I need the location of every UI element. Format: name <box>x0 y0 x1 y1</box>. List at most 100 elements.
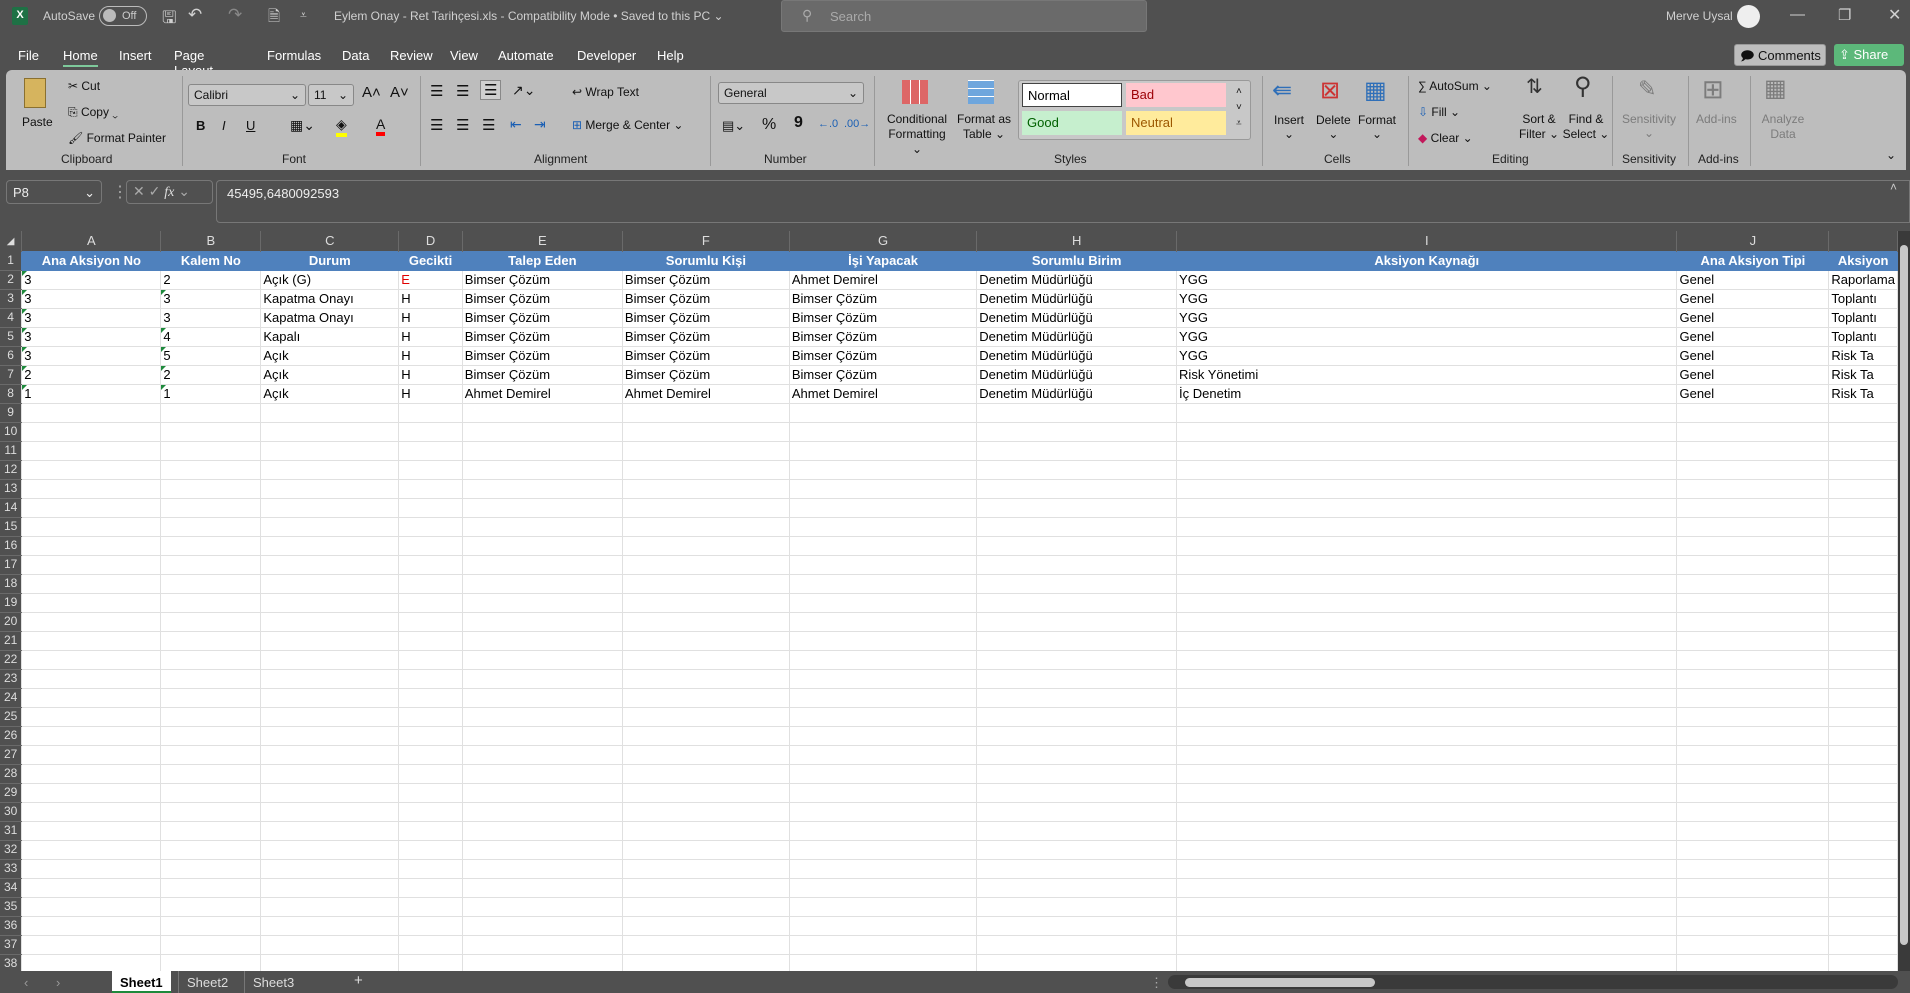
empty-cell[interactable] <box>461 706 623 727</box>
redo-icon[interactable]: ↷ <box>228 5 242 25</box>
cell[interactable]: 1 <box>21 383 162 404</box>
empty-cell[interactable] <box>1828 725 1898 746</box>
tab-review[interactable]: Review <box>390 48 433 63</box>
empty-cell[interactable] <box>160 763 262 784</box>
empty-cell[interactable] <box>1176 858 1678 879</box>
empty-cell[interactable] <box>160 440 262 461</box>
empty-cell[interactable] <box>788 649 978 670</box>
empty-cell[interactable] <box>398 839 463 860</box>
empty-cell[interactable] <box>1176 402 1678 423</box>
empty-cell[interactable] <box>1676 516 1830 537</box>
empty-cell[interactable] <box>1176 953 1678 971</box>
empty-cell[interactable] <box>788 896 978 917</box>
empty-cell[interactable] <box>788 801 978 822</box>
empty-cell[interactable] <box>1176 725 1678 746</box>
empty-cell[interactable] <box>260 497 400 518</box>
row-header[interactable]: 20 <box>0 612 22 632</box>
cell[interactable]: Genel <box>1676 269 1830 290</box>
column-header[interactable] <box>1828 231 1898 251</box>
cell[interactable]: Ahmet Demirel <box>788 269 978 290</box>
empty-cell[interactable] <box>260 858 400 879</box>
cell[interactable]: Toplantı <box>1828 307 1898 328</box>
empty-cell[interactable] <box>621 725 790 746</box>
increase-indent-icon[interactable]: ⇥ <box>534 116 546 133</box>
empty-cell[interactable] <box>160 934 262 955</box>
empty-cell[interactable] <box>461 915 623 936</box>
empty-cell[interactable] <box>21 782 162 803</box>
empty-cell[interactable] <box>21 687 162 708</box>
empty-cell[interactable] <box>976 402 1178 423</box>
empty-cell[interactable] <box>1676 763 1830 784</box>
cell[interactable]: Bimser Çözüm <box>461 269 623 290</box>
format-painter-button[interactable]: 🖌 Format Painter <box>68 131 166 145</box>
empty-cell[interactable] <box>621 858 790 879</box>
empty-cell[interactable] <box>398 516 463 537</box>
cell[interactable]: 3 <box>21 269 162 290</box>
empty-cell[interactable] <box>398 801 463 822</box>
vertical-scroll-thumb[interactable] <box>1900 245 1908 945</box>
empty-cell[interactable] <box>1176 516 1678 537</box>
empty-cell[interactable] <box>1828 554 1898 575</box>
empty-cell[interactable] <box>976 725 1178 746</box>
empty-cell[interactable] <box>1676 535 1830 556</box>
empty-cell[interactable] <box>1828 516 1898 537</box>
empty-cell[interactable] <box>461 858 623 879</box>
empty-cell[interactable] <box>976 839 1178 860</box>
empty-cell[interactable] <box>160 820 262 841</box>
empty-cell[interactable] <box>1176 478 1678 499</box>
row-header[interactable]: 15 <box>0 517 22 537</box>
empty-cell[interactable] <box>461 573 623 594</box>
align-top-icon[interactable]: ☰ <box>430 82 443 100</box>
empty-cell[interactable] <box>976 459 1178 480</box>
empty-cell[interactable] <box>160 668 262 689</box>
empty-cell[interactable] <box>21 934 162 955</box>
cell[interactable]: Risk Ta <box>1828 364 1898 385</box>
cell[interactable]: 3 <box>160 307 262 328</box>
increase-font-icon[interactable]: A˄ <box>362 84 381 101</box>
empty-cell[interactable] <box>21 611 162 632</box>
empty-cell[interactable] <box>398 706 463 727</box>
empty-cell[interactable] <box>461 611 623 632</box>
column-header[interactable]: A <box>21 231 162 251</box>
empty-cell[interactable] <box>398 763 463 784</box>
empty-cell[interactable] <box>398 858 463 879</box>
empty-cell[interactable] <box>1676 668 1830 689</box>
bold-button[interactable]: B <box>196 118 205 133</box>
empty-cell[interactable] <box>1828 459 1898 480</box>
empty-cell[interactable] <box>788 706 978 727</box>
empty-cell[interactable] <box>160 782 262 803</box>
empty-cell[interactable] <box>398 535 463 556</box>
delete-button[interactable]: Delete ⌄ <box>1316 113 1351 141</box>
row-header[interactable]: 30 <box>0 802 22 822</box>
empty-cell[interactable] <box>1676 820 1830 841</box>
column-header[interactable]: G <box>789 231 978 251</box>
empty-cell[interactable] <box>398 592 463 613</box>
empty-cell[interactable] <box>160 554 262 575</box>
prev-sheet-icon[interactable]: ‹ <box>16 971 36 993</box>
align-right-icon[interactable]: ☰ <box>482 116 495 134</box>
empty-cell[interactable] <box>398 573 463 594</box>
row-header[interactable]: 33 <box>0 859 22 879</box>
cell[interactable]: YGG <box>1176 269 1678 290</box>
cell[interactable]: Bimser Çözüm <box>788 288 978 309</box>
empty-cell[interactable] <box>1828 592 1898 613</box>
empty-cell[interactable] <box>461 763 623 784</box>
avatar[interactable] <box>1737 5 1760 28</box>
empty-cell[interactable] <box>621 915 790 936</box>
empty-cell[interactable] <box>621 440 790 461</box>
empty-cell[interactable] <box>260 839 400 860</box>
empty-cell[interactable] <box>21 915 162 936</box>
empty-cell[interactable] <box>160 630 262 651</box>
empty-cell[interactable] <box>976 858 1178 879</box>
empty-cell[interactable] <box>160 497 262 518</box>
percent-button[interactable]: % <box>762 116 776 134</box>
empty-cell[interactable] <box>160 725 262 746</box>
empty-cell[interactable] <box>1176 877 1678 898</box>
empty-cell[interactable] <box>160 459 262 480</box>
style-good[interactable]: Good <box>1022 111 1122 135</box>
empty-cell[interactable] <box>398 934 463 955</box>
empty-cell[interactable] <box>1828 573 1898 594</box>
empty-cell[interactable] <box>976 630 1178 651</box>
copy-button[interactable]: ⎘ Copy ⌄ <box>68 105 118 120</box>
empty-cell[interactable] <box>260 421 400 442</box>
